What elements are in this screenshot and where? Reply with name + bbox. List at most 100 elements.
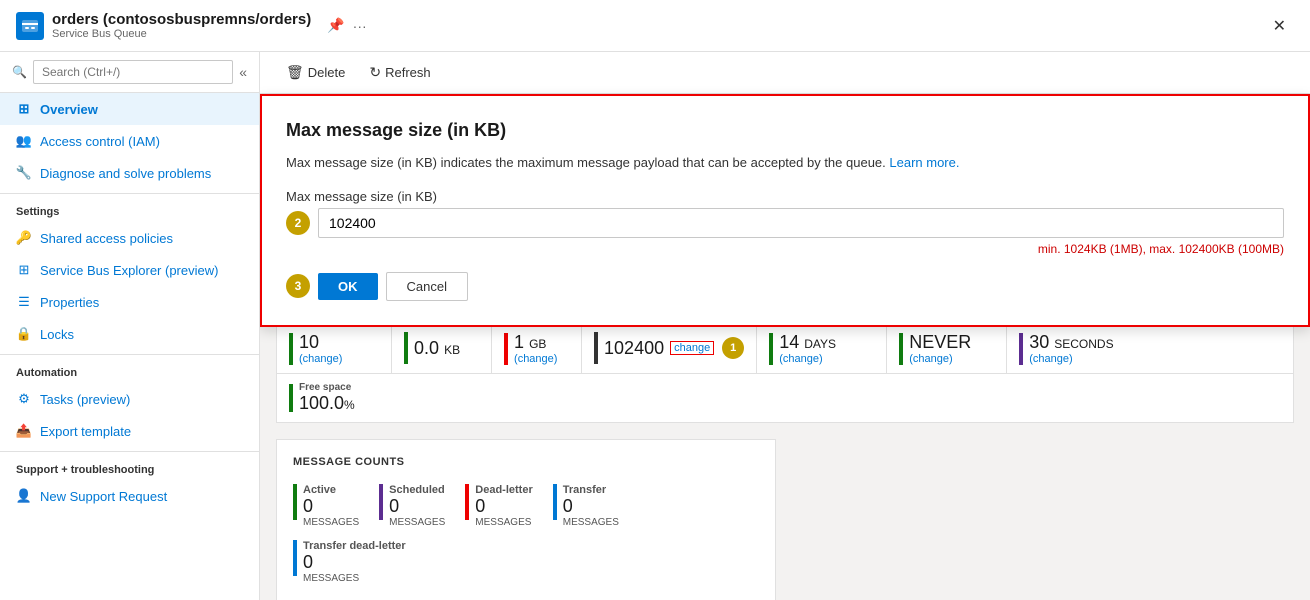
more-icon[interactable]: ··· [353,18,367,34]
search-input[interactable] [33,60,233,84]
page-subtitle: Service Bus Queue [52,28,311,40]
step-1-badge: 1 [722,337,744,359]
stat-current-size-bar [404,332,408,364]
msg-count-transfer: Transfer 0 MESSAGES [553,484,619,528]
toolbar: 🗑 Delete ↻ Refresh [260,52,1310,94]
stat-max-size-value: 1 GB [514,332,557,353]
msg-count-active-bar [293,484,297,520]
sidebar-item-service-bus-explorer-label: Service Bus Explorer (preview) [40,263,218,278]
content-body: Max message size (in KB) Max message siz… [260,94,1310,600]
sidebar-item-iam[interactable]: 👥 Access control (IAM) [0,125,259,157]
sidebar-item-shared-access-label: Shared access policies [40,231,173,246]
modal-input-row: 2 [286,208,1284,238]
stat-max-delivery-change[interactable]: (change) [299,353,342,365]
sidebar-item-tasks[interactable]: ⚙ Tasks (preview) [0,383,259,415]
diagnose-icon: 🔧 [16,165,32,181]
stat-msg-ttl-bar [769,333,773,365]
free-space-row: Free space 100.0% [276,374,1294,423]
stat-auto-delete-bar [899,333,903,365]
delete-icon: 🗑 [286,64,304,81]
message-counts-grid: Active 0 MESSAGES Scheduled 0 MESSAGES [293,484,759,528]
msg-count-active: Active 0 MESSAGES [293,484,359,528]
message-counts-title: MESSAGE COUNTS [293,456,759,468]
msg-count-active-label: Active [303,484,359,496]
stat-max-msg-size-bar [594,332,598,364]
tasks-icon: ⚙ [16,391,32,407]
msg-count-transfer-label: Transfer [563,484,619,496]
delete-label: Delete [308,65,346,80]
sidebar-item-properties-label: Properties [40,295,99,310]
sidebar-item-properties[interactable]: ☰ Properties [0,286,259,318]
msg-count-transfer-value: 0 [563,496,619,517]
properties-icon: ☰ [16,294,32,310]
sidebar-item-export[interactable]: 📤 Export template [0,415,259,447]
msg-count-scheduled-label: Scheduled [389,484,445,496]
max-message-size-input[interactable] [318,208,1284,238]
sidebar-search-area: 🔍 « [0,52,259,93]
msg-count-transfer-dead-value: 0 [303,552,406,573]
msg-count-transfer-bar [553,484,557,520]
pin-icon[interactable]: 📌 [327,17,344,34]
header-title-group: orders (contososbuspremns/orders) Servic… [52,11,311,40]
support-section-label: Support + troubleshooting [0,451,259,480]
msg-count-scheduled: Scheduled 0 MESSAGES [379,484,445,528]
msg-count-dead-letter-label: Dead-letter [475,484,532,496]
modal-field-label: Max message size (in KB) [286,189,1284,204]
refresh-button[interactable]: ↻ Refresh [359,60,440,85]
stat-msg-ttl-change[interactable]: (change) [779,353,836,365]
step-2-badge: 2 [286,211,310,235]
delete-button[interactable]: 🗑 Delete [276,60,355,85]
msg-count-dead-letter-bar [465,484,469,520]
ok-button[interactable]: OK [318,273,378,300]
free-space-bar [289,384,293,412]
header: orders (contososbuspremns/orders) Servic… [0,0,1310,52]
sidebar-item-service-bus-explorer[interactable]: ⊞ Service Bus Explorer (preview) [0,254,259,286]
msg-count-active-value: 0 [303,496,359,517]
msg-count-dead-letter-value: 0 [475,496,532,517]
explorer-icon: ⊞ [16,262,32,278]
msg-count-transfer-dead: Transfer dead-letter 0 MESSAGES [293,540,759,584]
header-left: orders (contososbuspremns/orders) Servic… [16,11,367,40]
stat-max-size-bar [504,333,508,365]
refresh-icon: ↻ [369,64,381,81]
stat-max-msg-size-change[interactable]: change [670,341,714,355]
msg-count-transfer-unit: MESSAGES [563,517,619,528]
sidebar: 🔍 « ⊞ Overview 👥 Access control (IAM) 🔧 … [0,52,260,600]
sidebar-item-tasks-label: Tasks (preview) [40,392,130,407]
sidebar-item-locks[interactable]: 🔒 Locks [0,318,259,350]
main-layout: 🔍 « ⊞ Overview 👥 Access control (IAM) 🔧 … [0,52,1310,600]
sidebar-item-export-label: Export template [40,424,131,439]
msg-count-scheduled-bar [379,484,383,520]
sidebar-item-iam-label: Access control (IAM) [40,134,160,149]
sidebar-navigation: ⊞ Overview 👥 Access control (IAM) 🔧 Diag… [0,93,259,600]
sidebar-item-shared-access[interactable]: 🔑 Shared access policies [0,222,259,254]
stat-max-delivery-value: 10 [299,332,342,353]
service-bus-icon [16,12,44,40]
msg-count-scheduled-unit: MESSAGES [389,517,445,528]
support-icon: 👤 [16,488,32,504]
msg-count-transfer-dead-label: Transfer dead-letter [303,540,406,552]
stat-max-size-change[interactable]: (change) [514,353,557,365]
settings-section-label: Settings [0,193,259,222]
sidebar-item-overview[interactable]: ⊞ Overview [0,93,259,125]
free-space-label: Free space [299,382,355,393]
collapse-icon[interactable]: « [239,64,247,80]
close-button[interactable]: ✕ [1265,12,1294,40]
export-icon: 📤 [16,423,32,439]
overview-icon: ⊞ [16,101,32,117]
learn-more-link[interactable]: Learn more. [889,155,959,170]
sidebar-item-locks-label: Locks [40,327,74,342]
stat-lock-duration-change[interactable]: (change) [1029,353,1113,365]
sidebar-item-new-support[interactable]: 👤 New Support Request [0,480,259,512]
automation-section-label: Automation [0,354,259,383]
sidebar-item-diagnose-label: Diagnose and solve problems [40,166,211,181]
sidebar-item-diagnose[interactable]: 🔧 Diagnose and solve problems [0,157,259,189]
modal-hint: min. 1024KB (1MB), max. 102400KB (100MB) [286,242,1284,256]
cancel-button[interactable]: Cancel [386,272,468,301]
msg-count-dead-letter: Dead-letter 0 MESSAGES [465,484,532,528]
sidebar-item-overview-label: Overview [40,102,98,117]
modal-title: Max message size (in KB) [286,120,1284,141]
modal-desc-text: Max message size (in KB) indicates the m… [286,155,889,170]
iam-icon: 👥 [16,133,32,149]
stat-auto-delete-change[interactable]: (change) [909,353,971,365]
